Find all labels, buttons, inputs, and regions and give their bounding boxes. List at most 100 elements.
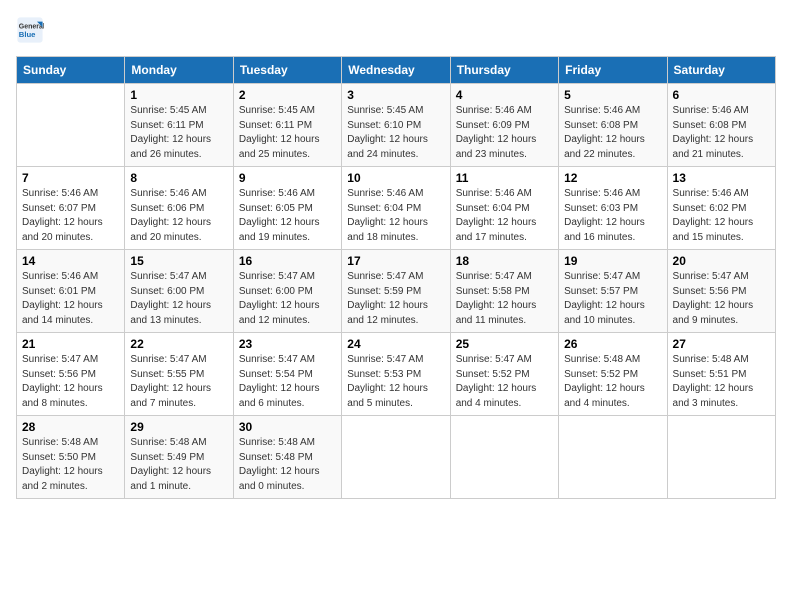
day-cell: 22 Sunrise: 5:47 AM Sunset: 5:55 PM Dayli… xyxy=(125,333,233,416)
day-cell xyxy=(667,416,775,499)
day-number: 7 xyxy=(22,171,119,185)
day-info: Sunrise: 5:46 AM Sunset: 6:01 PM Dayligh… xyxy=(22,270,119,328)
day-info: Sunrise: 5:46 AM Sunset: 6:04 PM Dayligh… xyxy=(456,187,553,245)
day-cell: 3Sunrise: 5:45 AM Sunset: 6:10 PM Daylig… xyxy=(342,84,450,167)
day-cell: 16 Sunrise: 5:47 AM Sunset: 6:00 PM Dayli… xyxy=(233,250,341,333)
day-info: Sunrise: 5:46 AM Sunset: 6:09 PM Dayligh… xyxy=(456,104,553,162)
week-row-4: 21 Sunrise: 5:47 AM Sunset: 5:56 PM Dayli… xyxy=(17,333,776,416)
day-number: 18 xyxy=(456,254,553,268)
col-header-wednesday: Wednesday xyxy=(342,57,450,84)
week-row-3: 14 Sunrise: 5:46 AM Sunset: 6:01 PM Dayli… xyxy=(17,250,776,333)
day-info: Sunrise: 5:46 AM Sunset: 6:08 PM Dayligh… xyxy=(673,104,770,162)
day-cell: 15Sunrise: 5:47 AM Sunset: 6:00 PM Dayli… xyxy=(125,250,233,333)
day-info: Sunrise: 5:45 AM Sunset: 6:11 PM Dayligh… xyxy=(130,104,227,162)
day-cell: 8Sunrise: 5:46 AM Sunset: 6:06 PM Daylig… xyxy=(125,167,233,250)
day-number: 4 xyxy=(456,88,553,102)
col-header-friday: Friday xyxy=(559,57,667,84)
day-cell: 11 Sunrise: 5:46 AM Sunset: 6:04 PM Dayli… xyxy=(450,167,558,250)
day-number: 3 xyxy=(347,88,444,102)
col-header-thursday: Thursday xyxy=(450,57,558,84)
day-info: Sunrise: 5:46 AM Sunset: 6:04 PM Dayligh… xyxy=(347,187,444,245)
day-cell: 18Sunrise: 5:47 AM Sunset: 5:58 PM Dayli… xyxy=(450,250,558,333)
logo: General Blue xyxy=(16,16,48,44)
day-number: 16 xyxy=(239,254,336,268)
day-cell: 2 Sunrise: 5:45 AM Sunset: 6:11 PM Daylig… xyxy=(233,84,341,167)
day-info: Sunrise: 5:46 AM Sunset: 6:03 PM Dayligh… xyxy=(564,187,661,245)
col-header-tuesday: Tuesday xyxy=(233,57,341,84)
day-info: Sunrise: 5:47 AM Sunset: 5:54 PM Dayligh… xyxy=(239,353,336,411)
day-cell: 1 Sunrise: 5:45 AM Sunset: 6:11 PM Daylig… xyxy=(125,84,233,167)
day-number: 17 xyxy=(347,254,444,268)
day-info: Sunrise: 5:48 AM Sunset: 5:50 PM Dayligh… xyxy=(22,436,119,494)
day-number: 19 xyxy=(564,254,661,268)
column-headers: SundayMondayTuesdayWednesdayThursdayFrid… xyxy=(17,57,776,84)
day-cell: 9 Sunrise: 5:46 AM Sunset: 6:05 PM Daylig… xyxy=(233,167,341,250)
day-info: Sunrise: 5:46 AM Sunset: 6:05 PM Dayligh… xyxy=(239,187,336,245)
day-number: 20 xyxy=(673,254,770,268)
day-number: 10 xyxy=(347,171,444,185)
col-header-monday: Monday xyxy=(125,57,233,84)
day-cell: 14 Sunrise: 5:46 AM Sunset: 6:01 PM Dayli… xyxy=(17,250,125,333)
day-info: Sunrise: 5:45 AM Sunset: 6:11 PM Dayligh… xyxy=(239,104,336,162)
day-cell: 19 Sunrise: 5:47 AM Sunset: 5:57 PM Dayli… xyxy=(559,250,667,333)
day-cell: 20 Sunrise: 5:47 AM Sunset: 5:56 PM Dayli… xyxy=(667,250,775,333)
day-number: 29 xyxy=(130,420,227,434)
day-number: 30 xyxy=(239,420,336,434)
day-number: 1 xyxy=(130,88,227,102)
day-cell: 5Sunrise: 5:46 AM Sunset: 6:08 PM Daylig… xyxy=(559,84,667,167)
day-number: 8 xyxy=(130,171,227,185)
day-number: 6 xyxy=(673,88,770,102)
day-info: Sunrise: 5:48 AM Sunset: 5:49 PM Dayligh… xyxy=(130,436,227,494)
day-number: 25 xyxy=(456,337,553,351)
day-number: 22 xyxy=(130,337,227,351)
day-cell: 10 Sunrise: 5:46 AM Sunset: 6:04 PM Dayli… xyxy=(342,167,450,250)
day-cell: 4 Sunrise: 5:46 AM Sunset: 6:09 PM Daylig… xyxy=(450,84,558,167)
day-cell: 23 Sunrise: 5:47 AM Sunset: 5:54 PM Dayli… xyxy=(233,333,341,416)
day-cell: 25 Sunrise: 5:47 AM Sunset: 5:52 PM Dayli… xyxy=(450,333,558,416)
day-cell: 29 Sunrise: 5:48 AM Sunset: 5:49 PM Dayli… xyxy=(125,416,233,499)
day-info: Sunrise: 5:48 AM Sunset: 5:52 PM Dayligh… xyxy=(564,353,661,411)
day-number: 23 xyxy=(239,337,336,351)
day-number: 13 xyxy=(673,171,770,185)
day-info: Sunrise: 5:47 AM Sunset: 5:53 PM Dayligh… xyxy=(347,353,444,411)
day-cell xyxy=(342,416,450,499)
day-number: 24 xyxy=(347,337,444,351)
day-number: 27 xyxy=(673,337,770,351)
day-cell: 13 Sunrise: 5:46 AM Sunset: 6:02 PM Dayli… xyxy=(667,167,775,250)
day-cell: 28Sunrise: 5:48 AM Sunset: 5:50 PM Dayli… xyxy=(17,416,125,499)
week-row-2: 7 Sunrise: 5:46 AM Sunset: 6:07 PM Daylig… xyxy=(17,167,776,250)
week-row-1: 1 Sunrise: 5:45 AM Sunset: 6:11 PM Daylig… xyxy=(17,84,776,167)
day-cell xyxy=(559,416,667,499)
day-info: Sunrise: 5:47 AM Sunset: 5:57 PM Dayligh… xyxy=(564,270,661,328)
col-header-sunday: Sunday xyxy=(17,57,125,84)
day-cell: 6 Sunrise: 5:46 AM Sunset: 6:08 PM Daylig… xyxy=(667,84,775,167)
day-info: Sunrise: 5:47 AM Sunset: 5:52 PM Dayligh… xyxy=(456,353,553,411)
week-row-5: 28Sunrise: 5:48 AM Sunset: 5:50 PM Dayli… xyxy=(17,416,776,499)
svg-text:Blue: Blue xyxy=(19,30,36,39)
col-header-saturday: Saturday xyxy=(667,57,775,84)
day-info: Sunrise: 5:46 AM Sunset: 6:07 PM Dayligh… xyxy=(22,187,119,245)
day-cell: 30 Sunrise: 5:48 AM Sunset: 5:48 PM Dayli… xyxy=(233,416,341,499)
day-cell: 17Sunrise: 5:47 AM Sunset: 5:59 PM Dayli… xyxy=(342,250,450,333)
day-number: 14 xyxy=(22,254,119,268)
day-number: 12 xyxy=(564,171,661,185)
header: General Blue xyxy=(16,16,776,44)
day-info: Sunrise: 5:46 AM Sunset: 6:02 PM Dayligh… xyxy=(673,187,770,245)
day-cell: 26 Sunrise: 5:48 AM Sunset: 5:52 PM Dayli… xyxy=(559,333,667,416)
day-number: 21 xyxy=(22,337,119,351)
day-cell: 24 Sunrise: 5:47 AM Sunset: 5:53 PM Dayli… xyxy=(342,333,450,416)
calendar-table: SundayMondayTuesdayWednesdayThursdayFrid… xyxy=(16,56,776,499)
day-cell: 27Sunrise: 5:48 AM Sunset: 5:51 PM Dayli… xyxy=(667,333,775,416)
day-info: Sunrise: 5:46 AM Sunset: 6:08 PM Dayligh… xyxy=(564,104,661,162)
day-info: Sunrise: 5:47 AM Sunset: 5:56 PM Dayligh… xyxy=(22,353,119,411)
day-info: Sunrise: 5:47 AM Sunset: 6:00 PM Dayligh… xyxy=(239,270,336,328)
day-info: Sunrise: 5:48 AM Sunset: 5:48 PM Dayligh… xyxy=(239,436,336,494)
day-number: 2 xyxy=(239,88,336,102)
day-info: Sunrise: 5:47 AM Sunset: 5:55 PM Dayligh… xyxy=(130,353,227,411)
day-number: 26 xyxy=(564,337,661,351)
day-info: Sunrise: 5:47 AM Sunset: 5:56 PM Dayligh… xyxy=(673,270,770,328)
day-number: 9 xyxy=(239,171,336,185)
day-number: 15 xyxy=(130,254,227,268)
day-cell: 7 Sunrise: 5:46 AM Sunset: 6:07 PM Daylig… xyxy=(17,167,125,250)
day-number: 11 xyxy=(456,171,553,185)
